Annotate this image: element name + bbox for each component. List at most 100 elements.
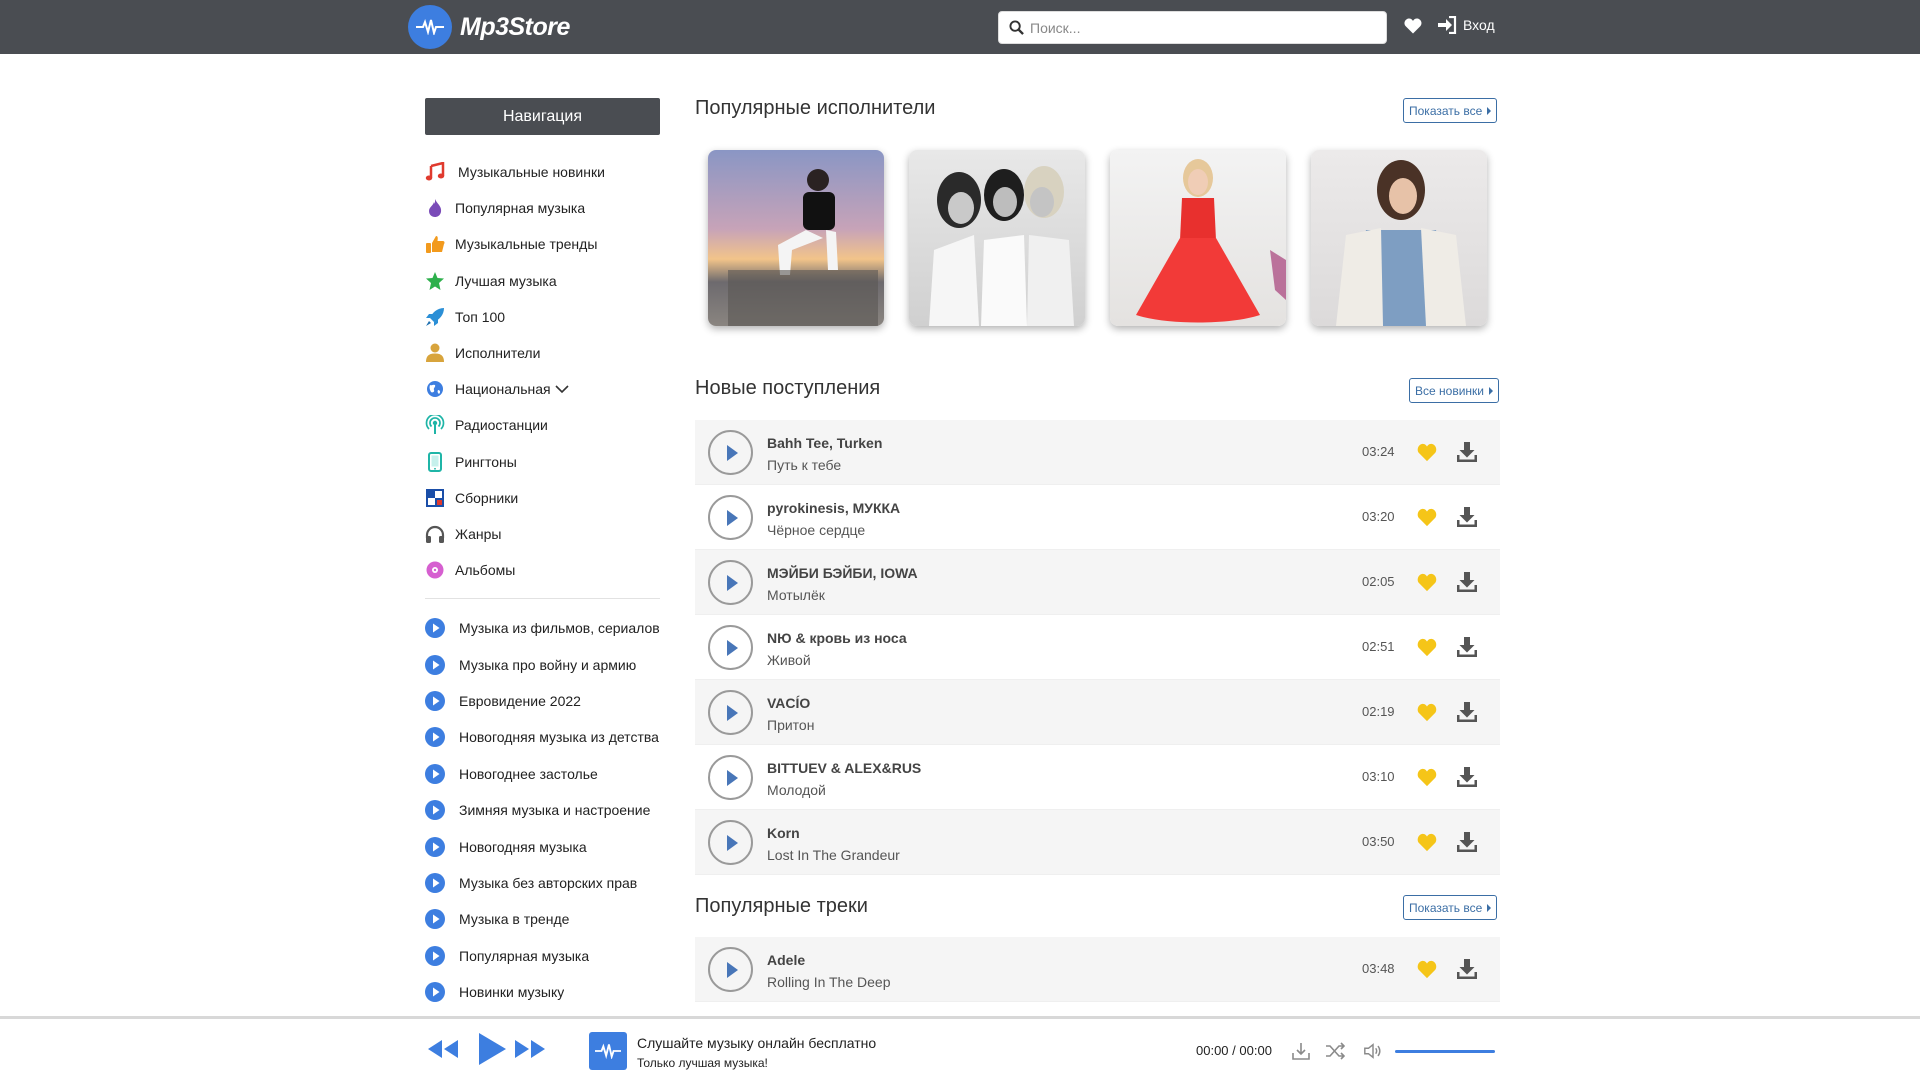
music-note-icon xyxy=(425,162,445,182)
play-button[interactable] xyxy=(708,947,753,992)
favorites-heart-icon[interactable] xyxy=(1403,16,1423,36)
sidebar-item-artists[interactable]: Исполнители xyxy=(425,335,665,371)
all-new-button[interactable]: Все новинки xyxy=(1409,378,1499,403)
track-artist[interactable]: BITTUEV & ALEX&RUS xyxy=(767,760,921,776)
playlist-item[interactable]: Зимняя музыка и настроение xyxy=(425,792,665,828)
sidebar-item-collections[interactable]: Сборники xyxy=(425,480,665,516)
download-icon[interactable] xyxy=(1291,1041,1311,1061)
sidebar-item-national[interactable]: Национальная xyxy=(425,371,665,407)
player-logo-icon xyxy=(589,1032,627,1070)
playlist-item[interactable]: Евровидение 2022 xyxy=(425,683,665,719)
artist-card[interactable] xyxy=(909,150,1085,326)
sidebar-item-albums[interactable]: Альбомы xyxy=(425,552,665,588)
play-circle-icon xyxy=(425,654,445,675)
track-artist[interactable]: Bahh Tee, Turken xyxy=(767,435,882,451)
sidebar-item-popular-music[interactable]: Популярная музыка xyxy=(425,190,665,226)
playlist-item[interactable]: Новогодняя музыка xyxy=(425,828,665,864)
sidebar-item-best-music[interactable]: Лучшая музыка xyxy=(425,263,665,299)
playlist-item[interactable]: Музыка в тренде xyxy=(425,901,665,937)
download-icon[interactable] xyxy=(1456,506,1478,528)
playlist-label: Евровидение 2022 xyxy=(459,692,581,709)
download-icon[interactable] xyxy=(1456,958,1478,980)
track-row[interactable]: NЮ & кровь из носа Живой 02:51 xyxy=(695,615,1500,680)
sidebar-item-genres[interactable]: Жанры xyxy=(425,516,665,552)
play-icon xyxy=(727,639,738,656)
play-icon xyxy=(727,961,738,978)
track-row[interactable]: Adele Rolling In The Deep 03:48 xyxy=(695,937,1500,1002)
download-icon[interactable] xyxy=(1456,441,1478,463)
sidebar-item-music-trends[interactable]: Музыкальные тренды xyxy=(425,226,665,262)
playlist-item[interactable]: Новогодняя музыка из детства xyxy=(425,719,665,755)
artist-card[interactable] xyxy=(1311,150,1487,326)
login-button[interactable]: Вход xyxy=(1437,16,1495,34)
track-artist[interactable]: МЭЙБИ БЭЙБИ, IOWA xyxy=(767,565,918,581)
playlist-item[interactable]: Популярная музыка xyxy=(425,938,665,974)
playlist-item[interactable]: Новогоднее застолье xyxy=(425,756,665,792)
download-icon[interactable] xyxy=(1456,636,1478,658)
playlist-item[interactable]: Новинки музыку xyxy=(425,974,665,1010)
sidebar-item-radio[interactable]: Радиостанции xyxy=(425,407,665,443)
track-artist[interactable]: Korn xyxy=(767,825,800,841)
flame-icon xyxy=(425,198,445,218)
download-icon[interactable] xyxy=(1456,701,1478,723)
play-button[interactable] xyxy=(708,755,753,800)
heart-icon[interactable] xyxy=(1416,442,1438,462)
artist-card[interactable] xyxy=(1110,150,1286,326)
track-artist[interactable]: NЮ & кровь из носа xyxy=(767,630,907,646)
search-input[interactable] xyxy=(1030,19,1370,36)
track-row[interactable]: МЭЙБИ БЭЙБИ, IOWA Мотылёк 02:05 xyxy=(695,550,1500,615)
heart-icon[interactable] xyxy=(1416,507,1438,527)
next-icon[interactable] xyxy=(514,1037,546,1061)
site-logo[interactable]: Mp3Store xyxy=(408,5,570,49)
new-arrivals-title: Новые поступления xyxy=(695,377,881,399)
heart-icon[interactable] xyxy=(1416,572,1438,592)
download-icon[interactable] xyxy=(1456,766,1478,788)
volume-slider[interactable] xyxy=(1395,1050,1495,1053)
user-icon xyxy=(425,343,445,363)
search-box[interactable] xyxy=(998,11,1387,44)
play-button[interactable] xyxy=(708,820,753,865)
sidebar-item-music-news[interactable]: Музыкальные новинки xyxy=(425,154,665,190)
play-icon xyxy=(727,704,738,721)
shuffle-icon[interactable] xyxy=(1325,1041,1345,1061)
volume-icon[interactable] xyxy=(1363,1041,1383,1061)
track-row[interactable]: Korn Lost In The Grandeur 03:50 xyxy=(695,810,1500,875)
artists-grid xyxy=(708,150,1487,326)
track-row[interactable]: Bahh Tee, Turken Путь к тебе 03:24 xyxy=(695,420,1500,485)
player-time: 00:00 / 00:00 xyxy=(1196,1043,1272,1058)
previous-icon[interactable] xyxy=(427,1037,459,1061)
heart-icon[interactable] xyxy=(1416,959,1438,979)
chevron-down-icon[interactable] xyxy=(555,384,569,394)
playlist-item[interactable]: Музыка про войну и армию xyxy=(425,646,665,682)
track-row[interactable]: pyrokinesis, МУККА Чёрное сердце 03:20 xyxy=(695,485,1500,550)
track-artist[interactable]: pyrokinesis, МУККА xyxy=(767,500,900,516)
track-row[interactable]: VACÍO Притон 02:19 xyxy=(695,680,1500,745)
track-title: Живой xyxy=(767,652,811,668)
play-circle-icon xyxy=(425,763,445,784)
play-button[interactable] xyxy=(708,690,753,735)
heart-icon[interactable] xyxy=(1416,767,1438,787)
play-button[interactable] xyxy=(708,560,753,605)
play-button[interactable] xyxy=(708,625,753,670)
heart-icon[interactable] xyxy=(1416,637,1438,657)
show-all-artists-button[interactable]: Показать все xyxy=(1403,98,1498,123)
artist-card[interactable] xyxy=(708,150,884,326)
show-all-tracks-button[interactable]: Показать все xyxy=(1403,895,1498,920)
heart-icon[interactable] xyxy=(1416,832,1438,852)
heart-icon[interactable] xyxy=(1416,702,1438,722)
download-icon[interactable] xyxy=(1456,831,1478,853)
play-button[interactable] xyxy=(708,495,753,540)
globe-icon xyxy=(425,379,445,399)
track-artist[interactable]: VACÍO xyxy=(767,695,810,711)
new-tracks-list: Bahh Tee, Turken Путь к тебе 03:24 pyrok… xyxy=(695,420,1500,875)
download-icon[interactable] xyxy=(1456,571,1478,593)
playlist-item[interactable]: Музыка без авторских прав xyxy=(425,865,665,901)
login-icon xyxy=(1438,16,1457,34)
playlist-item[interactable]: Музыка из фильмов, сериалов xyxy=(425,610,665,646)
track-row[interactable]: BITTUEV & ALEX&RUS Молодой 03:10 xyxy=(695,745,1500,810)
sidebar-item-ringtones[interactable]: Рингтоны xyxy=(425,444,665,480)
play-button[interactable] xyxy=(708,430,753,475)
track-artist[interactable]: Adele xyxy=(767,952,805,968)
play-icon[interactable] xyxy=(477,1032,507,1066)
sidebar-item-top-100[interactable]: Топ 100 xyxy=(425,299,665,335)
